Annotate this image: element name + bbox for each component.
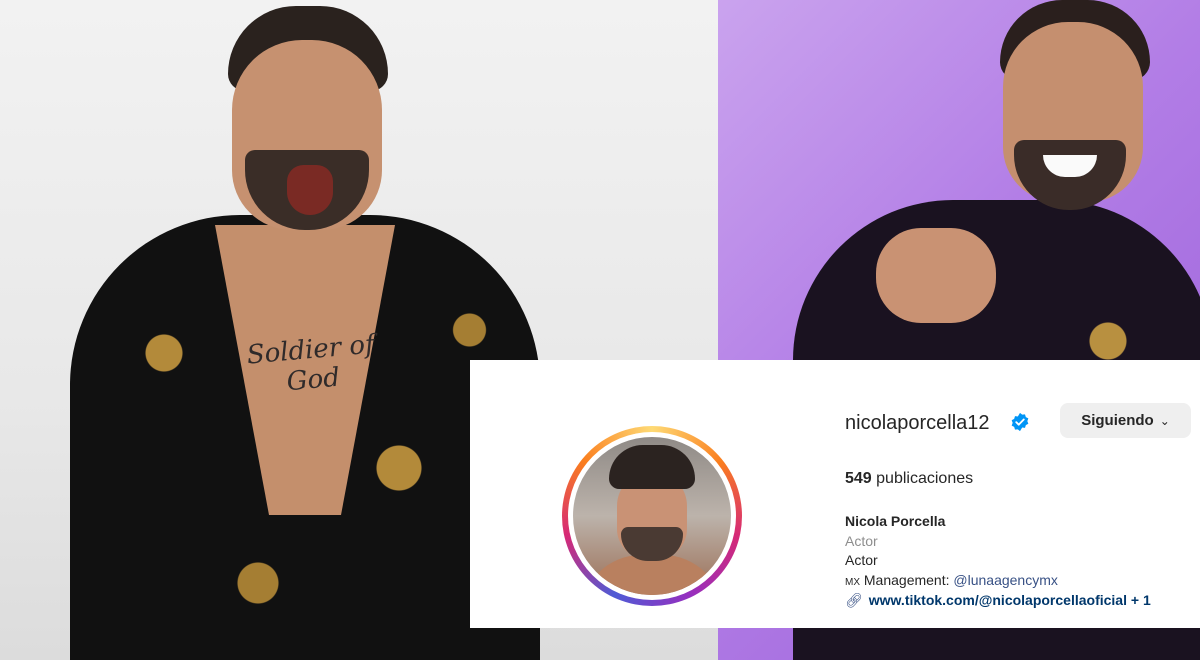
pointing-hand (876, 228, 996, 323)
avatar-photo (573, 437, 731, 595)
instagram-profile-card: nicolaporcella12 Siguiendo ⌄ 549 publica… (470, 360, 1200, 628)
chevron-down-icon: ⌄ (1159, 413, 1170, 428)
more-links[interactable]: + 1 (1131, 592, 1151, 608)
profile-stats: 549 publicaciones 5 M seguidores 8 (845, 470, 973, 488)
profile-full-name: Nicola Porcella (845, 513, 946, 529)
following-button-label: Siguiendo (1081, 412, 1154, 429)
verified-badge-icon (1011, 412, 1029, 432)
mouth (287, 165, 333, 215)
management-handle-link[interactable]: @lunaagencymx (953, 572, 1058, 588)
link-icon: 🔗︎ (845, 592, 863, 608)
profile-bio: Actor (845, 552, 878, 568)
management-line: MX Management: @lunaagencymx (845, 572, 1058, 588)
following-button[interactable]: Siguiendo ⌄ (1060, 403, 1191, 438)
profile-link[interactable]: 🔗︎ www.tiktok.com/@nicolaporcellaoficial … (845, 592, 1151, 609)
profile-avatar[interactable] (562, 426, 742, 606)
posts-stat[interactable]: 549 publicaciones (845, 470, 973, 487)
flag-mx-icon: MX (845, 577, 860, 588)
profile-username: nicolaporcella12 (845, 412, 990, 434)
profile-category: Actor (845, 533, 878, 549)
